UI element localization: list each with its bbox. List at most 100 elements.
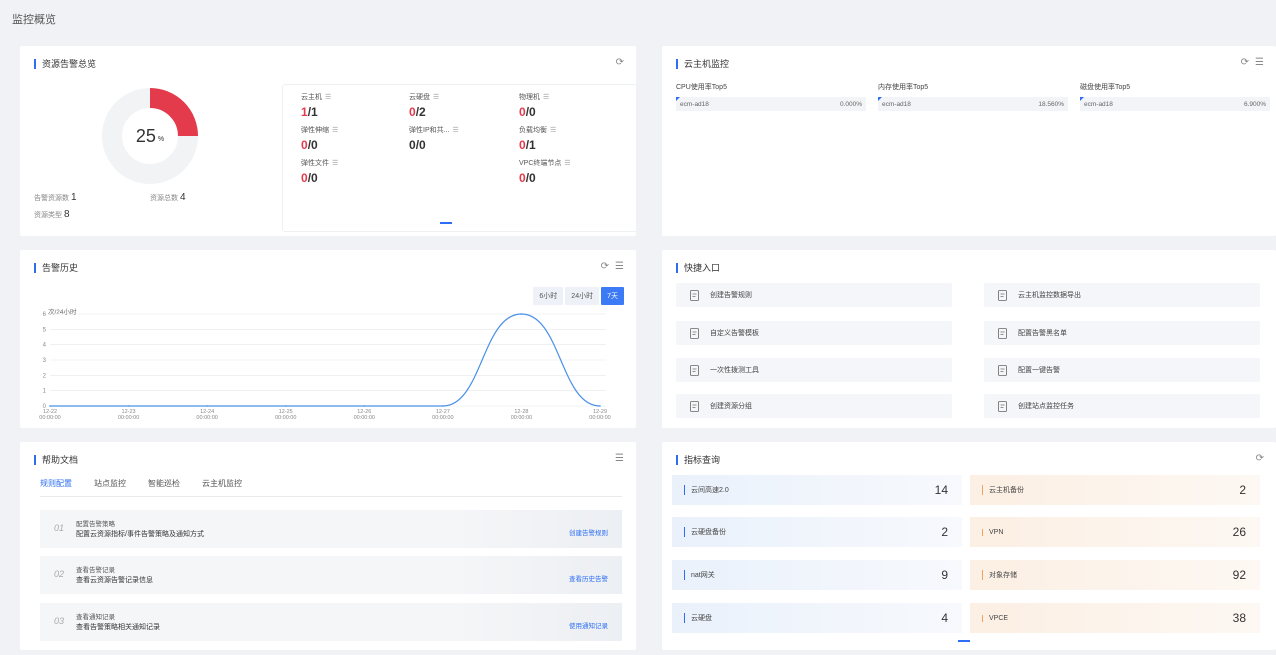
y-tick-label: 6: [43, 312, 47, 318]
resource-type-item[interactable]: 物理机 ☰ 0/0: [519, 92, 619, 119]
resource-type-item[interactable]: VPC终端节点 ☰ 0/0: [519, 158, 619, 185]
top5-row[interactable]: ecm-ad18 0.000%: [676, 97, 866, 111]
resource-type-item[interactable]: 弹性文件 ☰ 0/0: [301, 158, 401, 185]
alert-percent: 25: [135, 125, 156, 146]
help-tab[interactable]: 智能巡检: [148, 478, 180, 495]
top5-group: 磁盘使用率Top5 ecm-ad18 6.900%: [1080, 82, 1270, 111]
data-point: [49, 405, 51, 407]
y-tick-label: 3: [43, 358, 47, 364]
metric-item[interactable]: 云主机备份 2: [970, 475, 1260, 505]
list-icon[interactable]: ☰: [325, 94, 331, 101]
host-name: ecm-ad18: [1084, 100, 1113, 108]
resource-type-item[interactable]: 弹性伸缩 ☰ 0/0: [301, 125, 401, 152]
resource-type-item[interactable]: 云硬盘 ☰ 0/2: [409, 92, 509, 119]
resource-type-name: VPC终端节点: [519, 160, 562, 167]
step-number: 02: [54, 569, 65, 579]
alert-count: 0: [519, 105, 526, 119]
metric-name: 云硬盘: [684, 613, 712, 623]
help-desc: 查看云资源告警记录信息: [76, 577, 153, 584]
carousel-indicator[interactable]: [440, 222, 452, 224]
total-summary: 资源总数 4: [150, 192, 186, 203]
card-title: 快捷入口: [676, 263, 720, 273]
type-summary: 资源类型 8: [34, 209, 70, 220]
list-icon[interactable]: ☰: [1255, 57, 1264, 68]
alert-history-chart: 012345612-22 00:00:0012-23 00:00:0012-24 00…: [39, 312, 610, 421]
quick-entry-label: 一次性拨测工具: [710, 367, 759, 374]
quick-entry-item[interactable]: 一次性拨测工具: [676, 358, 952, 382]
quick-entry-item[interactable]: 创建站点监控任务: [984, 394, 1260, 418]
refresh-icon[interactable]: ⟳: [1256, 453, 1264, 464]
blacklist-icon: [996, 327, 1010, 339]
quick-entry-item[interactable]: 配置告警黑名单: [984, 321, 1260, 345]
metric-item[interactable]: VPN 26: [970, 517, 1260, 547]
resource-type-item[interactable]: 云主机 ☰ 1/1: [301, 92, 401, 119]
refresh-icon[interactable]: ⟳: [1241, 57, 1249, 68]
top5-group: CPU使用率Top5 ecm-ad18 0.000%: [676, 82, 866, 111]
metric-item[interactable]: 对象存储 92: [970, 560, 1260, 590]
help-link[interactable]: 使用通知记录: [569, 620, 608, 630]
step-number: 03: [54, 616, 65, 626]
metric-name: VPCE: [982, 614, 1008, 622]
list-icon[interactable]: ☰: [564, 160, 570, 167]
monitor-probe-icon: [688, 364, 702, 376]
list-icon[interactable]: ☰: [550, 127, 556, 134]
total-count: /0: [525, 105, 536, 119]
data-point: [127, 405, 130, 407]
resource-type-item[interactable]: 负载均衡 ☰ 0/1: [519, 125, 619, 152]
total-count: /1: [307, 105, 318, 119]
quick-entry-card: 快捷入口 创建告警规则 云主机监控数据导出自定义告警模板 配置告警黑名单一次性拨测工…: [662, 250, 1276, 428]
top5-row[interactable]: ecm-ad18 6.900%: [1080, 97, 1270, 111]
metric-item[interactable]: 云硬盘 4: [672, 603, 962, 633]
alert-count: 0: [519, 171, 526, 185]
quick-entry-item[interactable]: 创建告警规则: [676, 283, 952, 307]
total-count: /2: [415, 105, 426, 119]
quick-entry-item[interactable]: 配置一键告警: [984, 358, 1260, 382]
data-point: [442, 405, 444, 407]
help-tab[interactable]: 站点监控: [94, 478, 126, 495]
carousel-indicator[interactable]: [958, 640, 970, 642]
card-title: 帮助文档: [34, 455, 78, 465]
y-tick-label: 2: [43, 373, 47, 379]
card-title: 资源告警总览: [34, 59, 96, 69]
metric-item[interactable]: VPCE 38: [970, 603, 1260, 633]
help-tab[interactable]: 规则配置: [40, 478, 72, 495]
help-row: 03 查看通知记录 查看告警策略相关通知记录 使用通知记录: [40, 603, 622, 641]
metric-item[interactable]: nat网关 9: [672, 560, 962, 590]
total-count: /1: [525, 138, 536, 152]
resource-type-item[interactable]: 弹性IP和共... ☰ 0/0: [409, 125, 509, 152]
list-icon[interactable]: ☰: [615, 453, 624, 464]
list-icon[interactable]: ☰: [332, 160, 338, 167]
metric-query-card: 指标查询 ⟳ 云间高速2.0 14 云主机备份 2 云硬盘备份 2 VPN 26 nat网关 9 对…: [662, 442, 1276, 650]
tabs-divider: [40, 496, 622, 497]
metric-name: VPN: [982, 528, 1003, 536]
alert-count: 0: [301, 138, 308, 152]
top5-group: 内存使用率Top5 ecm-ad18 18.560%: [878, 82, 1068, 111]
help-tab[interactable]: 云主机监控: [202, 478, 242, 495]
quick-entry-label: 配置告警黑名单: [1018, 330, 1067, 337]
quick-entry-label: 创建资源分组: [710, 403, 752, 410]
list-icon[interactable]: ☰: [332, 127, 338, 134]
data-point: [284, 405, 287, 407]
data-point: [520, 313, 523, 315]
list-icon[interactable]: ☰: [433, 94, 439, 101]
quick-entry-item[interactable]: 自定义告警模板: [676, 321, 952, 345]
page-title: 监控概览: [12, 14, 56, 26]
help-link[interactable]: 创建告警规则: [569, 527, 608, 537]
metric-item[interactable]: 云硬盘备份 2: [672, 517, 962, 547]
data-point: [206, 405, 208, 407]
quick-entry-item[interactable]: 创建资源分组: [676, 394, 952, 418]
help-title: 查看通知记录: [76, 614, 115, 621]
top5-row[interactable]: ecm-ad18 18.560%: [878, 97, 1068, 111]
rule-doc-icon: [688, 289, 702, 301]
total-count: /0: [307, 138, 318, 152]
y-tick-label: 4: [43, 343, 47, 349]
quick-entry-item[interactable]: 云主机监控数据导出: [984, 283, 1260, 307]
metric-item[interactable]: 云间高速2.0 14: [672, 475, 962, 505]
quick-entry-label: 创建告警规则: [710, 292, 752, 299]
total-count: /0: [307, 171, 318, 185]
help-link[interactable]: 查看历史告警: [569, 573, 608, 583]
refresh-icon[interactable]: ⟳: [616, 57, 624, 68]
metric-name: nat网关: [684, 570, 715, 580]
list-icon[interactable]: ☰: [543, 94, 549, 101]
list-icon[interactable]: ☰: [452, 127, 458, 134]
